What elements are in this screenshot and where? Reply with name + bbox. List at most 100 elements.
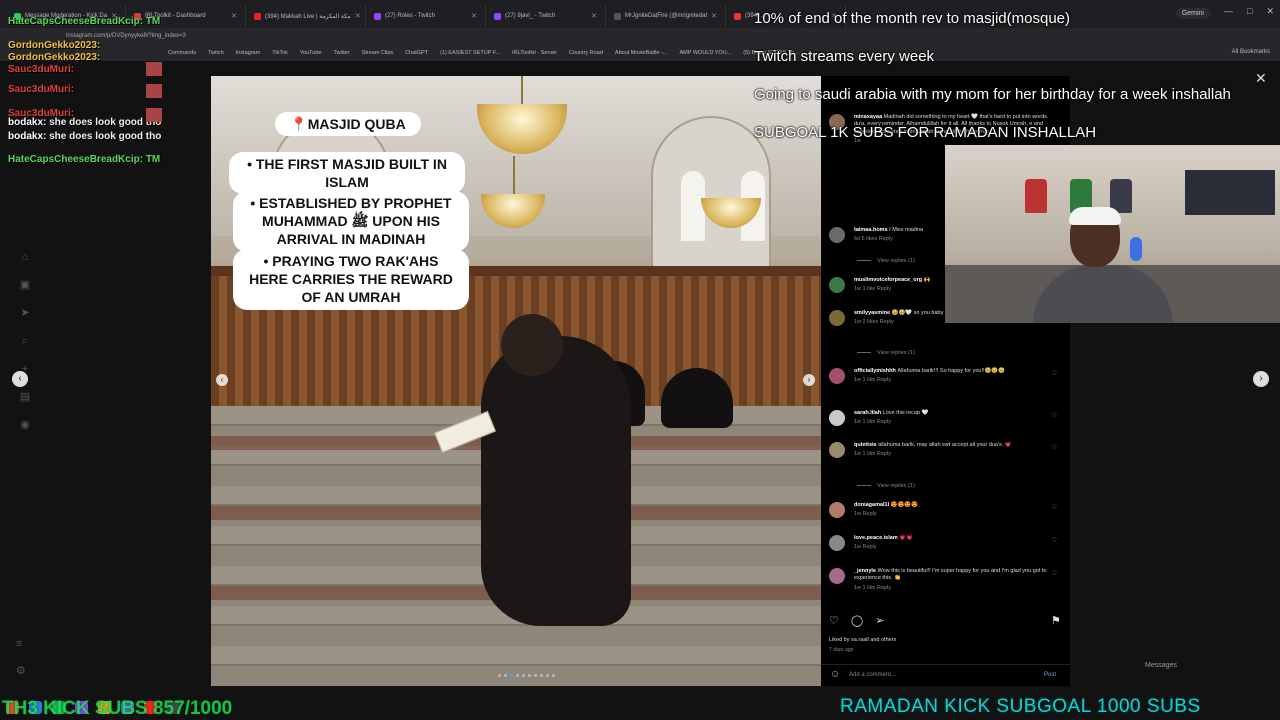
bookmark-item[interactable]: ChatGPT xyxy=(405,50,428,56)
share-icon[interactable]: ➢ xyxy=(875,614,884,627)
meta-icon[interactable]: ⚙ xyxy=(16,664,26,677)
comment-meta[interactable]: 1w 1 like Reply xyxy=(854,377,1049,384)
tab-close-icon[interactable]: ✕ xyxy=(711,12,717,20)
chat-emote xyxy=(146,108,162,122)
overlay-goal-line: Twitch streams every week xyxy=(754,48,935,65)
bookmark-item[interactable]: YouTube xyxy=(300,50,322,56)
search-icon[interactable]: ⌕ xyxy=(18,334,32,348)
avatar[interactable] xyxy=(829,410,845,426)
avatar[interactable] xyxy=(829,310,845,326)
add-comment-input[interactable]: Add a comment... xyxy=(849,672,896,678)
caption-point: • PRAYING TWO RAK'AHS HERE CARRIES THE R… xyxy=(233,249,469,310)
chat-username: bodakx: xyxy=(8,131,50,142)
send-icon[interactable]: ➤ xyxy=(18,306,32,320)
comment-like-heart-icon[interactable]: ♡ xyxy=(1052,444,1057,452)
save-bookmark-icon[interactable]: ⚑ xyxy=(1051,614,1061,627)
close-icon[interactable]: ✕ xyxy=(1255,70,1267,87)
comment-text: Love this recap 🤍 xyxy=(882,410,929,416)
comment-like-heart-icon[interactable]: ♡ xyxy=(1052,570,1057,578)
comment-like-heart-icon[interactable]: ♡ xyxy=(1052,370,1057,378)
window-control-button[interactable]: ✕ xyxy=(1266,6,1274,17)
tab-close-icon[interactable]: ✕ xyxy=(231,12,237,20)
comment-like-heart-icon[interactable]: ♡ xyxy=(1052,412,1057,420)
browser-tab[interactable]: (394) Makkah Live | مكة المكرمة ✕ xyxy=(246,5,366,27)
profile-icon[interactable]: ◉ xyxy=(18,418,32,432)
bookmark-item[interactable]: Stream Clips xyxy=(362,50,393,56)
tab-close-icon[interactable]: ✕ xyxy=(591,12,597,20)
chandelier-chain xyxy=(521,76,523,106)
wall-poster xyxy=(1185,170,1275,215)
chat-message: she does look good tho xyxy=(49,117,162,128)
bookmark-item[interactable]: TikTok xyxy=(272,50,288,56)
bookmark-item[interactable]: (1) EASIEST SETUP F... xyxy=(440,50,500,56)
comment-username[interactable]: minaxayaa xyxy=(854,114,884,120)
window-control-button[interactable]: — xyxy=(1224,6,1233,17)
bookmark-item[interactable]: Country Road xyxy=(569,50,603,56)
gemini-button[interactable]: Gemini xyxy=(1175,8,1210,19)
view-replies-link[interactable]: View replies (1) xyxy=(857,350,915,356)
prev-post-arrow-icon[interactable]: ‹ xyxy=(12,371,28,387)
messages-button[interactable]: Messages xyxy=(1145,662,1177,669)
address-text[interactable]: instagram.com/p/DVDynyyke8/?img_index=3 xyxy=(66,33,186,39)
comment-username[interactable]: _jennyle xyxy=(854,568,878,574)
comment-username[interactable]: taimaa.homs xyxy=(854,227,889,233)
comment-username[interactable]: smilyyasmine xyxy=(854,310,892,316)
bookmark-item[interactable]: AMP WOULD YOU... xyxy=(680,50,732,56)
like-heart-icon[interactable]: ♡ xyxy=(829,614,839,627)
window-control-button[interactable]: □ xyxy=(1247,6,1252,17)
comment-meta[interactable]: 1w Reply xyxy=(854,511,1049,518)
bookmark-item[interactable]: Twitch xyxy=(208,50,224,56)
comment-username[interactable]: love.peace.islam xyxy=(854,535,899,541)
reels-icon[interactable]: ▣ xyxy=(18,278,32,292)
next-post-arrow-icon[interactable]: › xyxy=(1253,371,1269,387)
bookmark-item[interactable]: Commands xyxy=(168,50,196,56)
comment-body: love.peace.islam 💗💗 1w Reply xyxy=(854,535,1049,552)
view-replies-link[interactable]: View replies (1) xyxy=(857,258,915,264)
avatar[interactable] xyxy=(829,535,845,551)
emoji-icon[interactable]: ☺ xyxy=(830,669,840,680)
comment-meta[interactable]: 1w Reply xyxy=(854,544,1049,551)
comment-username[interactable]: officiallymishhh xyxy=(854,368,897,374)
comment-meta[interactable]: 1w 1 like Reply xyxy=(854,451,1049,458)
tab-close-icon[interactable]: ✕ xyxy=(355,12,361,20)
home-icon[interactable]: ⌂ xyxy=(18,250,32,264)
avatar[interactable] xyxy=(829,368,845,384)
bookmark-item[interactable]: About MovieBattle -... xyxy=(615,50,668,56)
dashboard-icon[interactable]: ▤ xyxy=(18,390,32,404)
comment-item: quiettsis allahuma barik, may allah swt … xyxy=(829,442,1059,459)
tab-close-icon[interactable]: ✕ xyxy=(471,12,477,20)
photo-next-arrow-icon[interactable]: › xyxy=(803,374,815,386)
comment-icon[interactable]: ◯ xyxy=(851,614,863,627)
post-comment-button[interactable]: Post xyxy=(1044,672,1056,678)
view-replies-link[interactable]: View replies (1) xyxy=(857,483,915,489)
comment-username[interactable]: sarah.lilah xyxy=(854,410,883,416)
comment-username[interactable]: quiettsis xyxy=(854,442,878,448)
seated-figure-head xyxy=(501,314,563,376)
avatar[interactable] xyxy=(829,442,845,458)
comment-like-heart-icon[interactable]: ♡ xyxy=(1052,504,1057,512)
bookmark-item[interactable]: IRLToolkit - Server xyxy=(512,50,557,56)
address-bar[interactable]: instagram.com/p/DVDynyyke8/?img_index=3 xyxy=(0,28,1280,44)
comment-meta[interactable]: 1w 1 like Reply xyxy=(854,419,1049,426)
photo-prev-arrow-icon[interactable]: ‹ xyxy=(216,374,228,386)
comment-item: _jennyle Wow this is beautiful!! I'm sup… xyxy=(829,568,1059,592)
browser-tab[interactable]: MrJgniteDatFire (@mrignitedat ✕ xyxy=(606,5,726,27)
post-photo[interactable]: 📍MASJID QUBA • THE FIRST MASJID BUILT IN… xyxy=(211,76,821,686)
avatar[interactable] xyxy=(829,502,845,518)
comment-username[interactable]: muslimvoiceforpeace_org xyxy=(854,277,924,283)
comment-meta[interactable]: 1w 1 like Reply xyxy=(854,585,1049,592)
liked-by[interactable]: Liked by sa.raall and others xyxy=(829,637,896,643)
avatar[interactable] xyxy=(829,277,845,293)
menu-icon[interactable]: ≡ xyxy=(16,638,26,650)
bookmark-item[interactable]: Twitter xyxy=(334,50,350,56)
comment-username[interactable]: doniagamal1l xyxy=(854,502,891,508)
comment-body: doniagamal1l 😍😍😍😍 1w Reply xyxy=(854,502,1049,519)
bookmark-item[interactable]: Instagram xyxy=(236,50,260,56)
avatar[interactable] xyxy=(829,227,845,243)
browser-tab[interactable]: (27) Roles - Twitch ✕ xyxy=(366,5,486,27)
browser-tab[interactable]: (27) 9javi_ - Twitch ✕ xyxy=(486,5,606,27)
all-bookmarks-button[interactable]: All Bookmarks xyxy=(1232,49,1270,55)
seated-figure xyxy=(481,336,631,626)
avatar[interactable] xyxy=(829,568,845,584)
comment-like-heart-icon[interactable]: ♡ xyxy=(1052,537,1057,545)
